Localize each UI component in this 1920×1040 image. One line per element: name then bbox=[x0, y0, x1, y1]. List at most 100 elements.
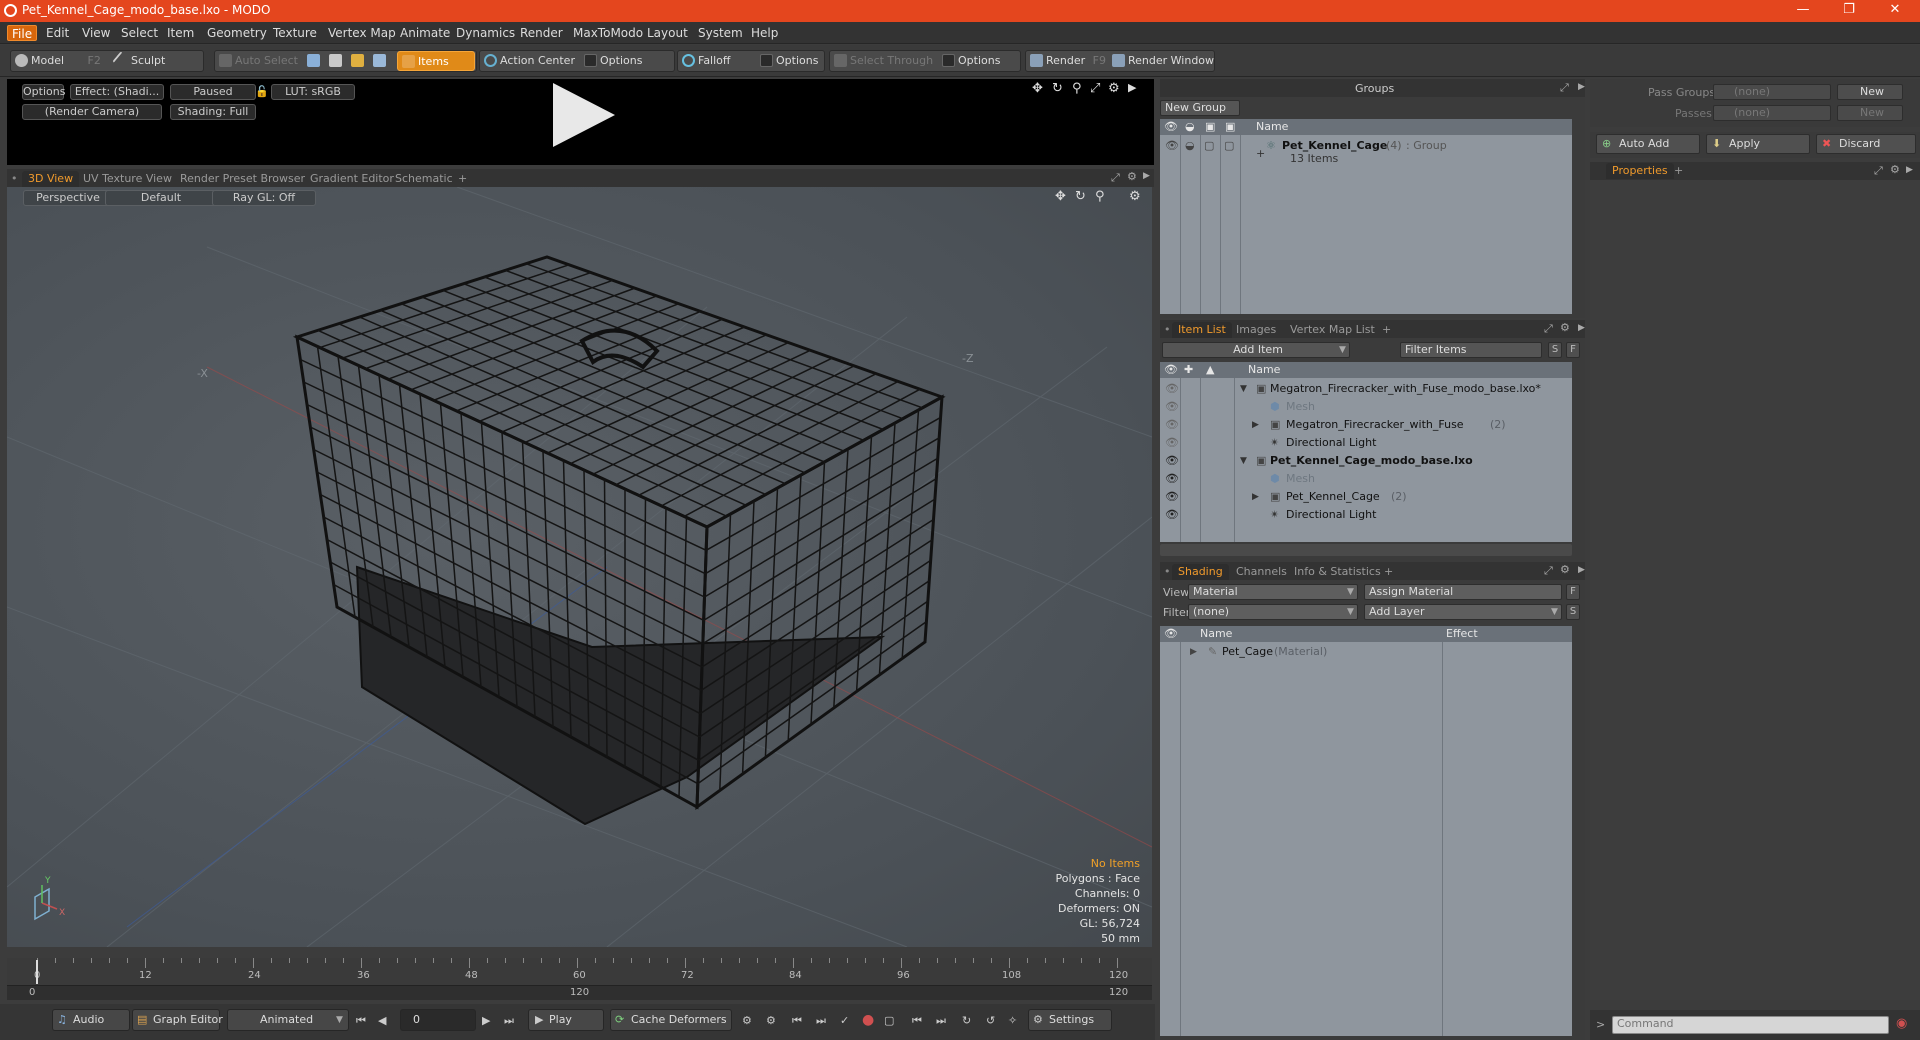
play-button[interactable]: ▶ Play bbox=[528, 1009, 604, 1031]
action-center-options-button[interactable]: Options bbox=[580, 51, 672, 71]
item-row[interactable]: 👁 ▼ ▣ Pet_Kennel_Cage_modo_base.lxo bbox=[1160, 452, 1572, 470]
passes-dropdown[interactable]: (none) bbox=[1713, 105, 1831, 121]
lock-toggle-icon[interactable]: ▢ bbox=[1204, 137, 1214, 155]
select-through-options-button[interactable]: Options bbox=[938, 51, 1020, 71]
command-history-icon[interactable]: ◉ bbox=[1896, 1016, 1907, 1031]
item-list-maximize-icon[interactable]: ⤢ bbox=[1544, 322, 1553, 336]
select-through-button[interactable]: Select Through bbox=[830, 51, 933, 71]
menu-maxtomodo[interactable]: MaxToModo bbox=[569, 25, 647, 41]
menu-vertex-map[interactable]: Vertex Map bbox=[324, 25, 400, 41]
polygons-mode-icon[interactable] bbox=[351, 54, 364, 67]
eye-icon[interactable]: 👁 bbox=[1165, 137, 1179, 155]
tab-3d-view[interactable]: 3D View bbox=[22, 171, 80, 187]
expand-plus-icon[interactable]: + bbox=[1256, 145, 1265, 163]
shading-f-button[interactable]: F bbox=[1566, 584, 1580, 600]
preview-rotate-icon[interactable]: ↻ bbox=[1052, 81, 1063, 96]
expand-arrow-icon[interactable]: ▶ bbox=[1252, 488, 1259, 506]
preview-effect-dropdown[interactable]: Effect: (Shadi... bbox=[70, 84, 164, 100]
set-key-icon[interactable]: ✓ bbox=[840, 1014, 849, 1027]
tab-render-preset-browser[interactable]: Render Preset Browser bbox=[174, 171, 311, 187]
item-list-settings-icon[interactable]: ⚙ bbox=[1560, 321, 1570, 334]
animated-dropdown[interactable]: Animated ▼ bbox=[227, 1009, 349, 1031]
render-button[interactable]: Render F9 bbox=[1026, 51, 1106, 71]
minimize-button[interactable]: — bbox=[1780, 0, 1826, 22]
jump-end-icon[interactable]: ⏭ bbox=[504, 1014, 514, 1028]
filter-items-input[interactable]: Filter Items bbox=[1400, 342, 1542, 358]
prev-key-icon[interactable]: ⏮ bbox=[792, 1014, 802, 1028]
item-row[interactable]: 👁 ▼ ▣ Megatron_Firecracker_with_Fuse_modo_b… bbox=[1160, 380, 1572, 398]
tab-uv-texture-view[interactable]: UV Texture View bbox=[77, 171, 178, 187]
select-toggle-icon[interactable]: ▢ bbox=[1224, 137, 1234, 155]
menu-edit[interactable]: Edit bbox=[42, 25, 73, 41]
add-tab-button[interactable]: + bbox=[1378, 564, 1399, 580]
add-item-dropdown[interactable]: Add Item ▼ bbox=[1162, 342, 1350, 358]
tab-gradient-editor[interactable]: Gradient Editor bbox=[304, 171, 400, 187]
render-window-button[interactable]: Render Window bbox=[1108, 51, 1214, 71]
shading-maximize-icon[interactable]: ⤢ bbox=[1544, 564, 1553, 578]
expand-arrow-icon[interactable]: ▶ bbox=[1190, 643, 1197, 661]
item-list-scrollbar[interactable] bbox=[1160, 544, 1572, 556]
shading-dropdown[interactable]: Shading: Full bbox=[170, 104, 256, 120]
collapse-arrow-icon[interactable]: ▼ bbox=[1240, 452, 1247, 470]
key-settings-icon[interactable]: ⚙ bbox=[766, 1014, 776, 1027]
sculpt-mode-button[interactable]: Sculpt bbox=[111, 51, 201, 71]
menu-render[interactable]: Render bbox=[516, 25, 567, 41]
tab-vertex-map-list[interactable]: Vertex Map List bbox=[1284, 322, 1381, 338]
add-tab-button[interactable]: + bbox=[1376, 322, 1397, 338]
new-group-button[interactable]: New Group bbox=[1160, 100, 1240, 116]
preview-paused-button[interactable]: Paused bbox=[170, 84, 256, 100]
shading-arrow-icon[interactable]: ▶ bbox=[1578, 565, 1585, 575]
expand-arrow-icon[interactable]: ▶ bbox=[1252, 416, 1259, 434]
audio-button[interactable]: ♫ Audio bbox=[52, 1009, 130, 1031]
collapse-arrow-icon[interactable]: ▼ bbox=[1240, 380, 1247, 398]
next-key-icon[interactable]: ⏭ bbox=[816, 1014, 826, 1028]
menu-geometry[interactable]: Geometry bbox=[203, 25, 271, 41]
sync-icon[interactable]: ↺ bbox=[986, 1014, 995, 1027]
preview-options-button[interactable]: Options bbox=[22, 84, 65, 100]
auto-key-icon[interactable]: ▢ bbox=[884, 1014, 894, 1027]
group-row[interactable]: 👁 ◒ ▢ ▢ ⚛ Pet_Kennel_Cage (4) : Group 13… bbox=[1160, 137, 1572, 165]
discard-button[interactable]: ✖ Discard bbox=[1816, 134, 1916, 154]
falloff-options-button[interactable]: Options bbox=[756, 51, 824, 71]
key-icon[interactable]: ⚙ bbox=[742, 1014, 752, 1027]
falloff-button[interactable]: Falloff bbox=[678, 51, 748, 71]
item-row[interactable]: 👁 ▶ ▣ Pet_Kennel_Cage (2) bbox=[1160, 488, 1572, 506]
menu-animate[interactable]: Animate bbox=[396, 25, 454, 41]
action-center-button[interactable]: Action Center bbox=[480, 51, 578, 71]
tab-info-statistics[interactable]: Info & Statistics bbox=[1288, 564, 1387, 580]
search-s-button[interactable]: S bbox=[1548, 342, 1562, 358]
model-mode-button[interactable]: Model F2 bbox=[11, 51, 111, 71]
jump-start-icon[interactable]: ⏮ bbox=[356, 1014, 366, 1028]
item-row[interactable]: 👁 ⬢ Mesh bbox=[1160, 470, 1572, 488]
settings-button[interactable]: ⚙ Settings bbox=[1028, 1009, 1112, 1031]
view-dropdown[interactable]: Material ▼ bbox=[1188, 584, 1358, 600]
preview-settings-icon[interactable]: ⚙ bbox=[1108, 81, 1120, 96]
item-row[interactable]: 👁 ▶ ▣ Megatron_Firecracker_with_Fuse (2) bbox=[1160, 416, 1572, 434]
preview-zoom-icon[interactable]: ⚲ bbox=[1072, 81, 1082, 96]
eye-icon[interactable]: 👁 bbox=[1165, 452, 1179, 470]
menu-layout[interactable]: Layout bbox=[643, 25, 692, 41]
eye-icon[interactable]: 👁 bbox=[1165, 398, 1179, 416]
add-tab-button[interactable]: + bbox=[1668, 163, 1689, 179]
auto-select-button[interactable]: Auto Select bbox=[215, 51, 301, 71]
vertices-mode-icon[interactable] bbox=[307, 54, 320, 67]
step-back-icon[interactable]: ◀ bbox=[378, 1014, 386, 1027]
material-row[interactable]: ▶ ✎ Pet_Cage (Material) bbox=[1160, 643, 1572, 661]
graph-editor-button[interactable]: ▤ Graph Editor bbox=[132, 1009, 223, 1031]
menu-select[interactable]: Select bbox=[117, 25, 162, 41]
shading-list[interactable]: 👁 Name Effect ▶ ✎ Pet_Cage (Material) bbox=[1160, 626, 1572, 1036]
lock-icon[interactable]: 🔓 bbox=[255, 85, 269, 98]
jump-next-icon[interactable]: ⏭ bbox=[936, 1014, 946, 1028]
shading-s-button[interactable]: S bbox=[1566, 604, 1580, 620]
properties-arrow-icon[interactable]: ▶ bbox=[1906, 165, 1913, 175]
tab-images[interactable]: Images bbox=[1230, 322, 1282, 338]
add-tab-button[interactable]: + bbox=[452, 171, 473, 187]
menu-help[interactable]: Help bbox=[747, 25, 782, 41]
tab-item-list[interactable]: Item List bbox=[1172, 322, 1232, 338]
view-arrow-icon[interactable]: ▶ bbox=[1143, 171, 1150, 181]
snap-icon[interactable]: ✧ bbox=[1008, 1014, 1017, 1027]
restore-button[interactable]: ❐ bbox=[1826, 0, 1872, 22]
step-forward-icon[interactable]: ▶ bbox=[482, 1014, 490, 1027]
menu-file[interactable]: File bbox=[7, 25, 38, 41]
view-settings-icon[interactable]: ⚙ bbox=[1127, 170, 1137, 183]
